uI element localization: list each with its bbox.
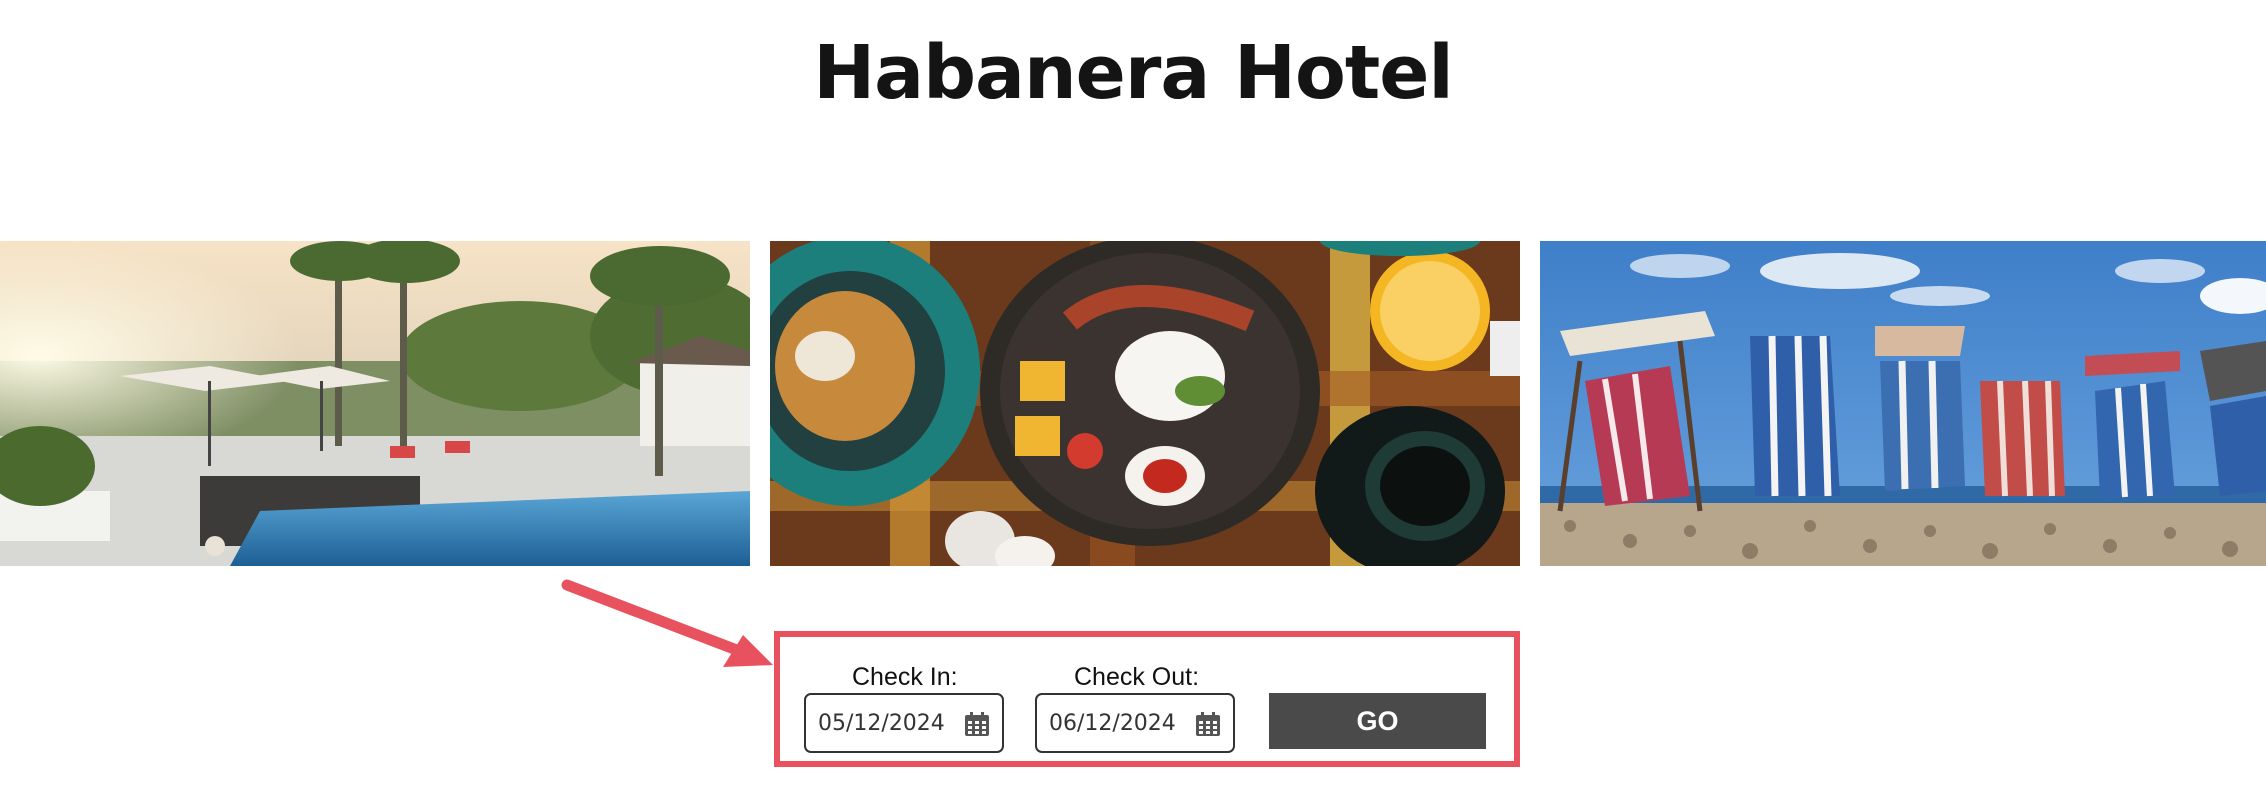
check-in-date-input[interactable]: 05/12/2024 bbox=[804, 693, 1004, 753]
arrow-icon bbox=[561, 579, 773, 667]
check-out-date-input[interactable]: 06/12/2024 bbox=[1035, 693, 1235, 753]
check-in-date-value: 05/12/2024 bbox=[818, 711, 945, 736]
check-in-label: Check In: bbox=[852, 663, 958, 691]
calendar-icon[interactable] bbox=[1195, 711, 1221, 737]
check-out-label: Check Out: bbox=[1074, 663, 1200, 691]
page-title: Habanera Hotel bbox=[813, 30, 1454, 116]
beach-photo bbox=[1540, 241, 2266, 566]
pool-photo bbox=[0, 241, 750, 566]
breakfast-photo bbox=[770, 241, 1520, 566]
check-out-date-value: 06/12/2024 bbox=[1049, 711, 1176, 736]
booking-form: Check In: Check Out: 05/12/2024 06/12/20… bbox=[774, 631, 1520, 767]
go-button[interactable]: GO bbox=[1269, 693, 1486, 749]
calendar-icon[interactable] bbox=[964, 711, 990, 737]
